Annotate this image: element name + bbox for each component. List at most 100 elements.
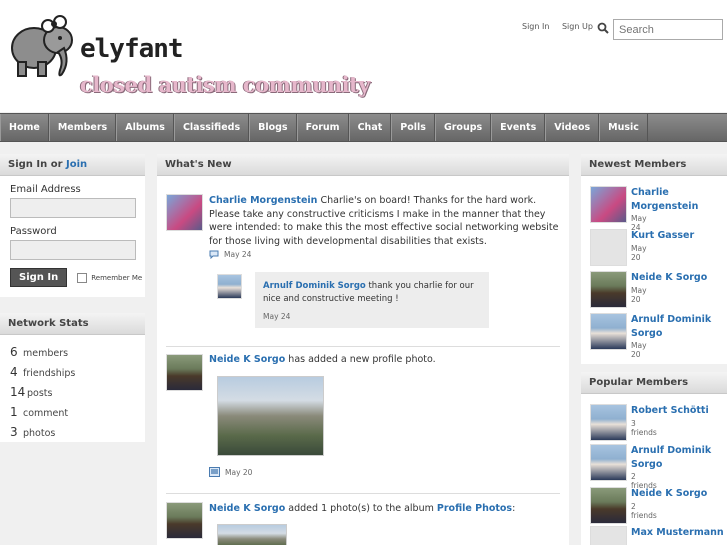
post-text: has added a new profile photo. bbox=[288, 354, 436, 365]
popular-members-panel: Popular Members Robert Schötti 3 friends… bbox=[581, 372, 727, 545]
nav-chat[interactable]: Chat bbox=[348, 114, 392, 141]
nav-events[interactable]: Events bbox=[491, 114, 546, 141]
remember-me-checkbox[interactable] bbox=[77, 272, 88, 283]
member-name-link[interactable]: Neide K Sorgo bbox=[631, 271, 727, 285]
popular-title: Popular Members bbox=[581, 372, 727, 394]
nav-classifieds[interactable]: Classifieds bbox=[173, 114, 250, 141]
search-icon[interactable] bbox=[597, 22, 609, 34]
avatar[interactable] bbox=[166, 354, 203, 391]
avatar[interactable] bbox=[217, 274, 242, 299]
member-name-link[interactable]: Charlie Morgenstein bbox=[631, 186, 727, 213]
feed-post: Charlie Morgenstein Charlie's on board! … bbox=[209, 194, 559, 248]
password-label: Password bbox=[10, 226, 57, 237]
post-author-link[interactable]: Charlie Morgenstein bbox=[209, 195, 317, 206]
network-stats-panel: Network Stats 6 members 4 friendships 14 po… bbox=[0, 313, 145, 442]
member-date: May 20 bbox=[631, 341, 647, 359]
top-signin-link[interactable]: Sign In bbox=[522, 22, 549, 31]
nav-music[interactable]: Music bbox=[599, 114, 648, 141]
post-date: May 20 bbox=[225, 467, 253, 477]
stat-count: 14 bbox=[10, 385, 26, 399]
site-logo-text[interactable]: elyfant bbox=[80, 34, 184, 64]
comment-icon[interactable] bbox=[209, 250, 219, 259]
email-field[interactable] bbox=[10, 198, 136, 218]
password-field[interactable] bbox=[10, 240, 136, 260]
nav-blogs[interactable]: Blogs bbox=[249, 114, 297, 141]
album-link[interactable]: Profile Photos bbox=[437, 503, 512, 514]
avatar[interactable] bbox=[590, 487, 627, 524]
post-meta: May 24 bbox=[209, 250, 251, 259]
signin-panel-title: Sign In or Join bbox=[0, 154, 145, 176]
member-name-link[interactable]: Arnulf Dominik Sorgo bbox=[631, 313, 727, 340]
avatar[interactable] bbox=[590, 404, 627, 441]
stat-photos[interactable]: 3 photos bbox=[10, 425, 145, 439]
feed-divider bbox=[166, 493, 560, 494]
feed-title: What's New bbox=[157, 154, 569, 176]
member-date: May 20 bbox=[631, 244, 647, 262]
main-nav: Home Members Albums Classifieds Blogs Fo… bbox=[0, 113, 727, 142]
comment-box: Arnulf Dominik Sorgo thank you charlie f… bbox=[255, 272, 489, 328]
post-suffix: : bbox=[512, 503, 516, 514]
signin-title-text: Sign In or bbox=[8, 159, 66, 170]
album-photo[interactable] bbox=[217, 524, 287, 545]
stat-count: 6 bbox=[10, 345, 18, 359]
top-signup-link[interactable]: Sign Up bbox=[562, 22, 593, 31]
feed-post: Neide K Sorgo has added a new profile ph… bbox=[209, 353, 559, 367]
site-header: elyfant closed autism community Sign In … bbox=[0, 0, 727, 112]
member-friends: 2 friends bbox=[631, 502, 657, 520]
avatar[interactable] bbox=[590, 313, 627, 350]
member-name-link[interactable]: Robert Schötti bbox=[631, 404, 727, 418]
comment-date: May 24 bbox=[263, 312, 291, 321]
nav-albums[interactable]: Albums bbox=[116, 114, 174, 141]
avatar[interactable] bbox=[166, 194, 203, 231]
site-tagline: closed autism community bbox=[80, 72, 371, 97]
post-meta: May 20 bbox=[209, 467, 252, 477]
member-name-link[interactable]: Neide K Sorgo bbox=[631, 487, 727, 501]
stat-label: posts bbox=[27, 388, 53, 399]
photo-icon bbox=[209, 467, 220, 477]
stat-members[interactable]: 6 members bbox=[10, 345, 145, 359]
avatar[interactable] bbox=[590, 444, 627, 481]
avatar[interactable] bbox=[590, 186, 627, 223]
profile-photo[interactable] bbox=[217, 376, 324, 456]
post-author-link[interactable]: Neide K Sorgo bbox=[209, 503, 285, 514]
member-name-link[interactable]: Kurt Gasser bbox=[631, 229, 727, 243]
feed-divider bbox=[166, 346, 560, 347]
stat-label: members bbox=[23, 348, 69, 359]
stat-friendships[interactable]: 4 friendships bbox=[10, 365, 145, 379]
post-date: May 24 bbox=[224, 250, 252, 259]
avatar[interactable] bbox=[590, 229, 627, 266]
join-link[interactable]: Join bbox=[66, 159, 87, 170]
nav-members[interactable]: Members bbox=[48, 114, 117, 141]
newest-title: Newest Members bbox=[581, 154, 727, 176]
email-label: Email Address bbox=[10, 184, 81, 195]
stat-count: 3 bbox=[10, 425, 18, 439]
signin-panel: Sign In or Join Email Address Password S… bbox=[0, 154, 145, 297]
avatar[interactable] bbox=[590, 526, 627, 545]
stat-comment[interactable]: 1 comment bbox=[10, 405, 145, 419]
member-friends: 3 friends bbox=[631, 419, 657, 437]
stat-count: 1 bbox=[10, 405, 18, 419]
whats-new-panel: What's New Charlie Morgenstein Charlie's… bbox=[157, 154, 569, 545]
member-name-link[interactable]: Arnulf Dominik Sorgo bbox=[631, 444, 727, 471]
member-name-link[interactable]: Max Mustermann bbox=[631, 526, 727, 540]
remember-me-label: Remember Me bbox=[91, 273, 143, 282]
stat-label: comment bbox=[23, 408, 69, 419]
nav-groups[interactable]: Groups bbox=[434, 114, 492, 141]
signin-button[interactable]: Sign In bbox=[10, 268, 68, 287]
nav-forum[interactable]: Forum bbox=[296, 114, 349, 141]
stat-posts[interactable]: 14 posts bbox=[10, 385, 145, 399]
nav-polls[interactable]: Polls bbox=[391, 114, 435, 141]
nav-videos[interactable]: Videos bbox=[545, 114, 600, 141]
search-input[interactable] bbox=[613, 19, 723, 40]
post-author-link[interactable]: Neide K Sorgo bbox=[209, 354, 285, 365]
stats-panel-title: Network Stats bbox=[0, 313, 145, 335]
avatar[interactable] bbox=[166, 502, 203, 539]
stat-count: 4 bbox=[10, 365, 18, 379]
stat-label: friendships bbox=[23, 368, 76, 379]
nav-home[interactable]: Home bbox=[0, 114, 49, 141]
member-date: May 20 bbox=[631, 286, 647, 304]
avatar[interactable] bbox=[590, 271, 627, 308]
post-text: added 1 photo(s) to the album bbox=[288, 503, 434, 514]
newest-members-panel: Newest Members Charlie Morgenstein May 2… bbox=[581, 154, 727, 364]
comment-author-link[interactable]: Arnulf Dominik Sorgo bbox=[263, 281, 366, 291]
